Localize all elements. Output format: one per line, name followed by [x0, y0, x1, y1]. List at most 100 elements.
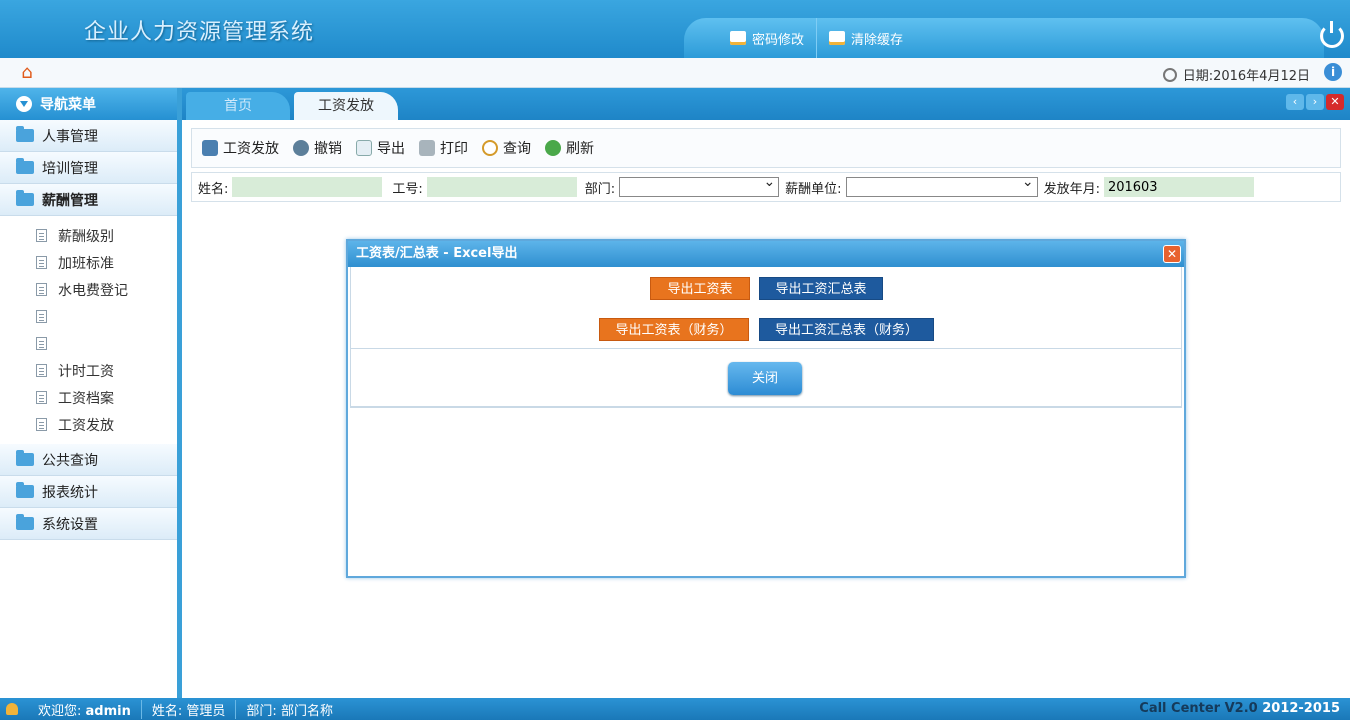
salary-payment-button[interactable]: 工资发放	[202, 138, 279, 158]
undo-button[interactable]: 撤销	[293, 138, 342, 158]
export-salary-button[interactable]: 导出工资表	[650, 277, 750, 300]
print-button[interactable]: 打印	[419, 138, 468, 158]
sidebar-item-label: 薪酬级别	[58, 228, 114, 245]
pay-unit-select[interactable]	[845, 174, 1038, 197]
folder-icon	[16, 450, 34, 466]
nav-menu-header[interactable]: 导航菜单	[0, 88, 177, 120]
sidebar-section-label: 培训管理	[42, 160, 98, 177]
folder-open-icon	[16, 190, 34, 206]
tool-label: 查询	[503, 141, 531, 157]
info-icon[interactable]: i	[1324, 63, 1342, 81]
sidebar-section-label: 系统设置	[42, 516, 98, 533]
search-button[interactable]: 查询	[482, 138, 531, 158]
date-display: 日期:2016年4月12日	[1162, 65, 1310, 84]
tool-label: 打印	[440, 141, 468, 157]
export-icon	[356, 140, 372, 156]
tool-label: 撤销	[314, 141, 342, 157]
document-icon	[36, 310, 47, 323]
home-icon[interactable]: ⌂	[16, 63, 38, 83]
sidebar-section-payroll[interactable]: 薪酬管理	[0, 184, 177, 216]
sidebar-section-label: 报表统计	[42, 484, 98, 501]
sidebar-section-hr[interactable]: 人事管理	[0, 120, 177, 152]
tab-next-icon[interactable]: ›	[1306, 94, 1324, 110]
folder-icon	[16, 126, 34, 142]
sidebar-section-reports[interactable]: 报表统计	[0, 476, 177, 508]
status-welcome: 欢迎您: admin	[28, 699, 142, 719]
folder-icon	[16, 482, 34, 498]
department-select[interactable]	[619, 174, 780, 197]
welcome-label: 欢迎您:	[38, 703, 82, 719]
employee-id-input[interactable]	[426, 177, 577, 197]
app-title: 企业人力资源管理系统	[84, 20, 315, 45]
dialog-titlebar: 工资表/汇总表 - Excel导出 ✕	[348, 241, 1184, 267]
refresh-button[interactable]: 刷新	[545, 138, 594, 158]
department-label: 部门:	[584, 181, 616, 197]
tab-salary-payment[interactable]: 工资发放	[294, 92, 398, 120]
change-password-button[interactable]: 密码修改	[718, 18, 818, 58]
document-icon	[36, 391, 47, 404]
status-name-label: 姓名:	[151, 703, 183, 719]
sidebar-section-label: 人事管理	[42, 128, 98, 145]
key-icon	[730, 31, 746, 45]
sidebar-section-training[interactable]: 培训管理	[0, 152, 177, 184]
action-toolbar: 工资发放 撤销 导出 打印 查询 刷新	[191, 128, 1341, 168]
sidebar-item-unlabeled-2[interactable]	[0, 330, 177, 357]
employee-id-label: 工号:	[392, 181, 423, 197]
dialog-divider	[350, 407, 1182, 408]
name-label: 姓名:	[198, 181, 229, 197]
tab-home[interactable]: 首页	[186, 92, 290, 120]
document-icon	[36, 283, 47, 296]
pay-month-input[interactable]	[1103, 177, 1254, 197]
sidebar-section-public-query[interactable]: 公共查询	[0, 444, 177, 476]
sidebar-item-label: 水电费登记	[58, 282, 128, 299]
sidebar-section-label: 薪酬管理	[42, 192, 98, 209]
sidebar-item-salary-level[interactable]: 薪酬级别	[0, 222, 177, 249]
status-bar: 欢迎您: admin 姓名: 管理员 部门: 部门名称 Call Center …	[0, 698, 1350, 720]
export-salary-finance-button[interactable]: 导出工资表（财务）	[599, 318, 749, 341]
version-info: Call Center V2.0 2012-2015	[1139, 701, 1340, 716]
sidebar-item-unlabeled-1[interactable]	[0, 303, 177, 330]
app-header: 企业人力资源管理系统 密码修改 清除缓存	[0, 0, 1350, 58]
tab-close-icon[interactable]: ✕	[1326, 94, 1344, 110]
nav-menu-title: 导航菜单	[40, 97, 96, 113]
change-password-label: 密码修改	[752, 32, 805, 48]
tool-label: 导出	[377, 141, 405, 157]
export-summary-finance-button[interactable]: 导出工资汇总表（财务）	[759, 318, 934, 341]
clear-cache-button[interactable]: 清除缓存	[817, 18, 915, 58]
username: admin	[85, 703, 131, 719]
tab-controls: ‹ › ✕	[1284, 94, 1344, 110]
folder-icon	[16, 514, 34, 530]
user-icon	[6, 703, 18, 715]
dialog-close-button[interactable]: 关闭	[728, 362, 802, 395]
clock-icon	[1162, 67, 1177, 82]
sidebar-item-label: 工资发放	[58, 417, 114, 434]
name-input[interactable]	[232, 177, 383, 197]
document-icon	[36, 229, 47, 242]
power-icon[interactable]	[1320, 21, 1344, 48]
sidebar-item-utilities[interactable]: 水电费登记	[0, 276, 177, 303]
document-icon	[36, 256, 47, 269]
sidebar-item-label: 计时工资	[58, 363, 114, 380]
sidebar-item-overtime-standard[interactable]: 加班标准	[0, 249, 177, 276]
sidebar-item-salary-archive[interactable]: 工资档案	[0, 384, 177, 411]
export-summary-button[interactable]: 导出工资汇总表	[759, 277, 883, 300]
clear-cache-icon	[829, 31, 846, 45]
printer-icon	[419, 140, 435, 156]
folder-icon	[16, 158, 34, 174]
tool-label: 工资发放	[223, 141, 279, 157]
sidebar: 导航菜单 人事管理 培训管理 薪酬管理 薪酬级别 加班标准 水电费登记 计时工资…	[0, 88, 182, 698]
status-name: 姓名: 管理员	[142, 699, 237, 719]
filter-bar: 姓名: 工号: 部门: 薪酬单位: 发放年月:	[191, 172, 1341, 202]
pay-month-label: 发放年月:	[1043, 181, 1100, 197]
tab-prev-icon[interactable]: ‹	[1286, 94, 1304, 110]
search-icon	[482, 140, 498, 156]
sidebar-item-label: 工资档案	[58, 390, 114, 407]
sidebar-section-settings[interactable]: 系统设置	[0, 508, 177, 540]
dialog-divider	[350, 348, 1182, 349]
sidebar-item-hourly-wage[interactable]: 计时工资	[0, 357, 177, 384]
export-button[interactable]: 导出	[356, 138, 405, 158]
header-actions: 密码修改 清除缓存	[684, 18, 1324, 58]
sidebar-item-label: 加班标准	[58, 255, 114, 272]
close-icon[interactable]: ✕	[1163, 245, 1181, 263]
sidebar-item-salary-payment[interactable]: 工资发放	[0, 411, 177, 438]
